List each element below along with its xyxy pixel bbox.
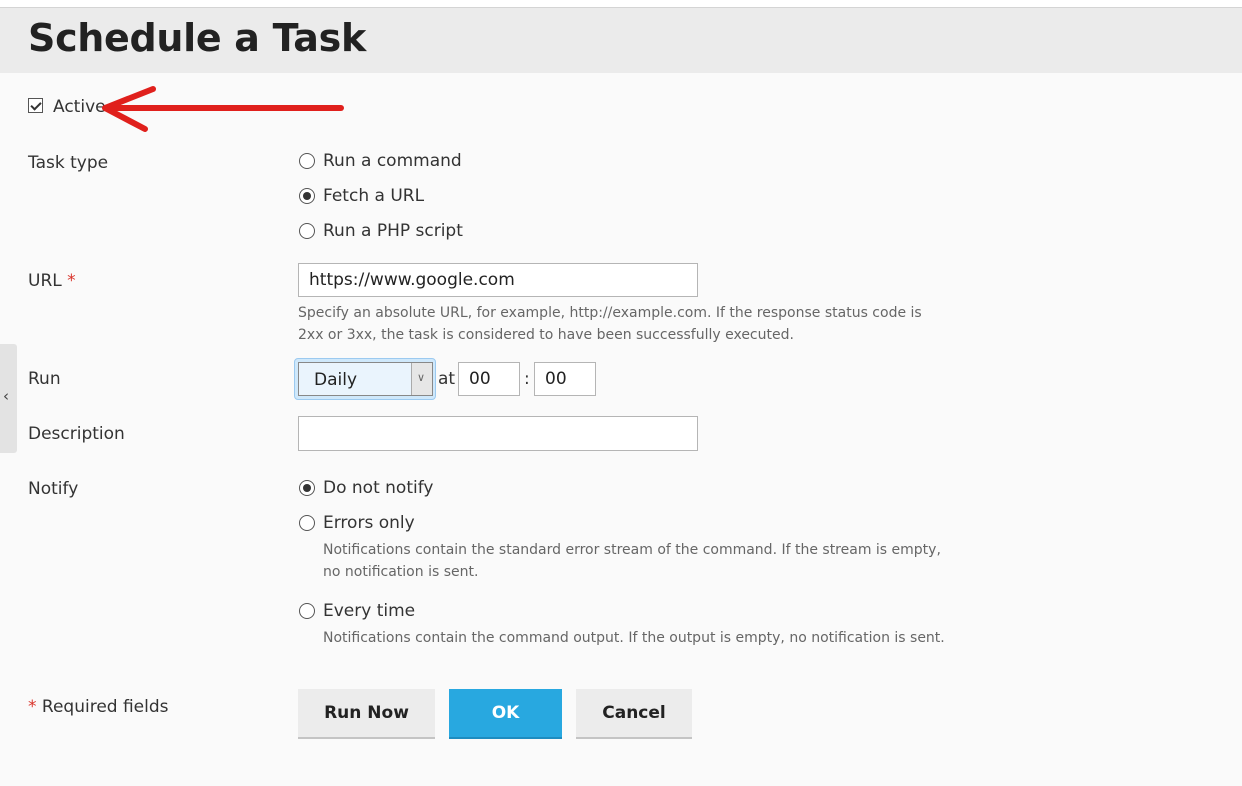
option-do-not-notify: Do not notify — [323, 478, 434, 498]
run-frequency-value: Daily — [314, 370, 358, 390]
dropdown-toggle[interactable]: ∨ — [411, 363, 432, 395]
required-mark: * — [67, 271, 76, 291]
option-every-time: Every time — [323, 601, 416, 621]
minute-input[interactable] — [534, 362, 596, 396]
option-fetch-url: Fetch a URL — [323, 186, 425, 206]
run-frequency-select[interactable]: Daily ∨ — [298, 362, 433, 396]
every-time-hint: Notifications contain the command output… — [323, 630, 945, 646]
url-label-text: URL — [28, 271, 62, 291]
option-errors-only: Errors only — [323, 513, 415, 533]
notify-label: Notify — [28, 479, 79, 499]
run-now-button[interactable]: Run Now — [298, 689, 435, 739]
cancel-button[interactable]: Cancel — [576, 689, 692, 739]
ok-button[interactable]: OK — [449, 689, 562, 739]
radio-run-command[interactable] — [299, 153, 315, 169]
url-input[interactable] — [298, 263, 698, 297]
chevron-left-icon: ‹ — [3, 387, 9, 405]
hour-input[interactable] — [458, 362, 520, 396]
description-input[interactable] — [298, 416, 698, 451]
radio-fetch-url[interactable] — [299, 188, 315, 204]
chevron-down-icon: ∨ — [417, 371, 426, 384]
page-title: Schedule a Task — [28, 16, 366, 60]
url-label: URL * — [28, 270, 76, 292]
required-fields-text: Required fields — [36, 697, 169, 717]
active-checkbox[interactable] — [28, 98, 43, 113]
task-type-label: Task type — [28, 153, 109, 173]
red-arrow-icon — [102, 86, 344, 132]
required-mark: * — [28, 697, 37, 717]
option-run-command: Run a command — [323, 151, 462, 171]
sidebar-toggle[interactable]: ‹ — [0, 344, 17, 453]
radio-every-time[interactable] — [299, 603, 315, 619]
url-hint-line2: 2xx or 3xx, the task is considered to ha… — [298, 327, 794, 343]
errors-hint-line1: Notifications contain the standard error… — [323, 542, 941, 558]
option-run-php-script: Run a PHP script — [323, 221, 463, 241]
run-label: Run — [28, 369, 61, 389]
errors-hint-line2: no notification is sent. — [323, 564, 479, 580]
url-hint-line1: Specify an absolute URL, for example, ht… — [298, 305, 922, 321]
top-border — [0, 0, 1242, 8]
radio-errors-only[interactable] — [299, 515, 315, 531]
radio-run-php-script[interactable] — [299, 223, 315, 239]
radio-do-not-notify[interactable] — [299, 480, 315, 496]
page-header: Schedule a Task — [0, 8, 1242, 73]
description-label: Description — [28, 424, 125, 444]
at-label: at — [438, 369, 456, 389]
time-separator: : — [524, 369, 530, 389]
required-fields-note: * Required fields — [28, 696, 169, 718]
